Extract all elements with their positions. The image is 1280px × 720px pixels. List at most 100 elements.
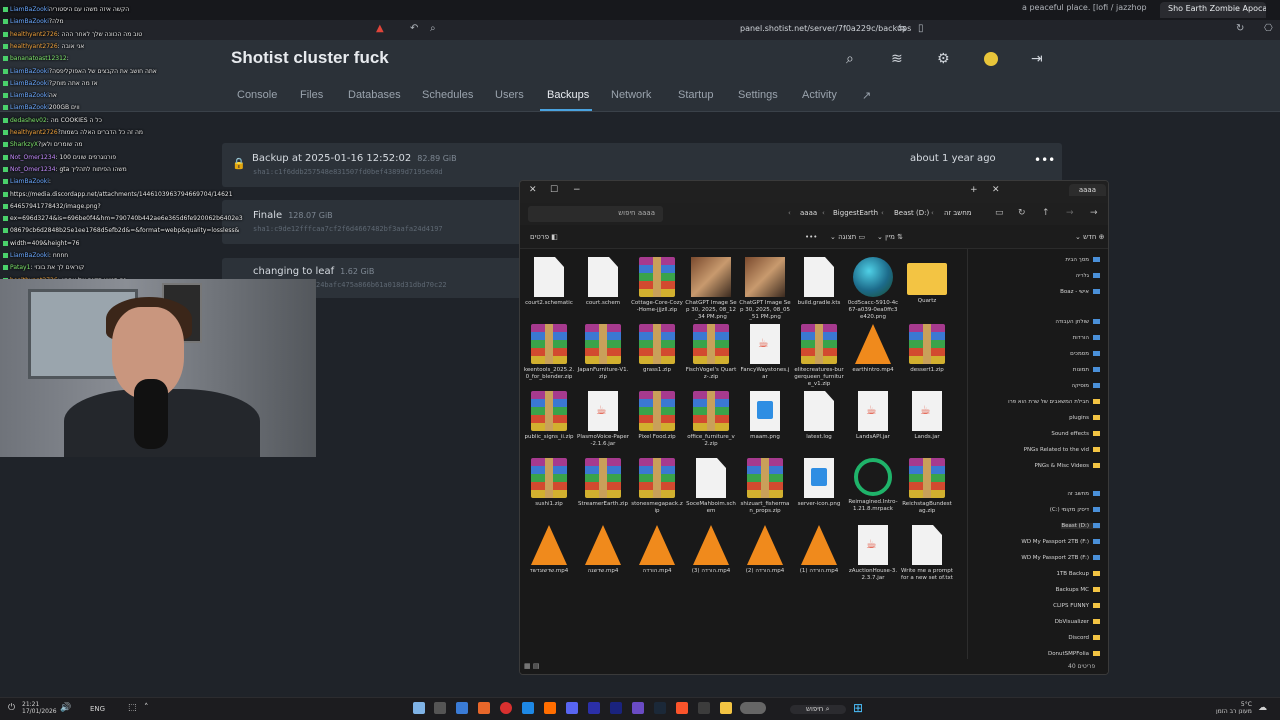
browser-tab-active[interactable]: Sho Earth Zombie Apocalypse | xyxy=(1160,2,1266,18)
file-item[interactable]: ReichstagBundestag.zip xyxy=(901,458,953,515)
reload-icon[interactable]: ↻ xyxy=(1236,23,1244,34)
breadcrumb[interactable]: BiggestEarth xyxy=(833,209,878,217)
nav-pane-item[interactable]: PNGs & Misc Videos xyxy=(1034,463,1100,469)
back-arrow-icon[interactable]: → xyxy=(1090,208,1098,218)
nav-pane-item[interactable]: מחשב זה xyxy=(1067,491,1100,497)
nav-pane-item[interactable]: Beast (D:) xyxy=(1061,523,1100,529)
notification-icon[interactable]: ⏻ xyxy=(8,703,15,713)
layers-icon[interactable]: ≋ xyxy=(891,51,903,67)
file-item[interactable]: server-icon.png xyxy=(793,458,845,508)
file-item[interactable]: LandsAPI.jar xyxy=(847,391,899,441)
tray-icon[interactable]: ⬚ xyxy=(128,703,137,713)
view-toggle-icon[interactable]: ▦ ▤ xyxy=(524,662,539,670)
more-icon[interactable]: ••• xyxy=(1034,153,1055,167)
tab-settings[interactable]: Settings xyxy=(738,89,778,101)
browser-tab[interactable]: a peaceful place. [lofi / jazzhop xyxy=(1022,3,1147,17)
more-icon[interactable]: ••• xyxy=(805,233,817,241)
app-icon[interactable] xyxy=(610,702,622,714)
monitor-icon[interactable]: ▭ xyxy=(995,208,1004,218)
nav-pane-item[interactable]: (C:) דיסק מקומי xyxy=(1050,507,1100,513)
tab-network[interactable]: Network xyxy=(611,89,651,101)
nav-pane-item[interactable]: WD My Passport 2TB (F:) xyxy=(1021,539,1100,545)
file-item[interactable]: elitecreatures-burgerqueen_furniture_v1.… xyxy=(793,324,845,388)
file-item[interactable]: StreamerEarth.zip xyxy=(577,458,629,508)
file-item[interactable]: build.gradle.kts xyxy=(793,257,845,307)
file-item[interactable]: FancyWaystones.jar xyxy=(739,324,791,381)
clock[interactable]: 21:21 17/01/2026 xyxy=(22,701,57,715)
widgets-icon[interactable] xyxy=(740,702,766,714)
nav-pane-item[interactable]: Boaz - אישי xyxy=(1060,289,1100,295)
file-item[interactable]: zAuctionHouse-3.2.3.7.jar xyxy=(847,525,899,582)
file-item[interactable]: הורדה (2).mp4 xyxy=(739,525,791,575)
file-item[interactable]: earthintro.mp4 xyxy=(847,324,899,374)
file-item[interactable]: shizuart_fisherman_props.zip xyxy=(739,458,791,515)
brave-icon[interactable] xyxy=(676,702,688,714)
file-item[interactable]: court.schem xyxy=(577,257,629,307)
language-indicator[interactable]: ENG xyxy=(90,705,105,713)
address-bar[interactable]: panel.shotist.net/server/7f0a229c/backup… xyxy=(740,24,911,33)
app-icon[interactable] xyxy=(698,702,710,714)
volume-icon[interactable]: 🔊 xyxy=(60,703,71,713)
chevron-up-icon[interactable]: ˄ xyxy=(144,703,149,713)
file-item[interactable]: Write me a prompt for a new set of.txt xyxy=(901,525,953,582)
file-item[interactable]: JapanFurniture-V1.zip xyxy=(577,324,629,381)
nav-pane-item[interactable]: Backups MC xyxy=(1056,587,1100,593)
app-icon[interactable] xyxy=(522,702,534,714)
tab-files[interactable]: Files xyxy=(300,89,323,101)
browser-icon[interactable] xyxy=(500,702,512,714)
nav-pane-item[interactable]: מסמכים xyxy=(1070,351,1100,357)
file-item[interactable]: public_signs_ii.zip xyxy=(523,391,575,441)
file-item[interactable]: הורדה.mp4 xyxy=(631,525,683,575)
app-icon[interactable] xyxy=(632,702,644,714)
search-icon[interactable]: ⌕ xyxy=(430,23,436,34)
maximize-icon[interactable]: ☐ xyxy=(550,185,558,195)
nav-pane-item[interactable]: DbVisualizer xyxy=(1055,619,1100,625)
forward-icon[interactable]: → xyxy=(1066,208,1074,218)
nav-pane-item[interactable]: הורדות xyxy=(1073,335,1100,341)
tab-users[interactable]: Users xyxy=(495,89,524,101)
up-arrow-icon[interactable]: ↑ xyxy=(1042,208,1050,218)
tab-activity[interactable]: Activity xyxy=(802,89,837,101)
file-item[interactable]: Quartz xyxy=(901,257,953,305)
tab-schedules[interactable]: Schedules xyxy=(422,89,473,101)
back-icon[interactable]: ↶ xyxy=(410,23,418,34)
file-item[interactable]: Pixel Food.zip xyxy=(631,391,683,441)
app-icon[interactable] xyxy=(588,702,600,714)
refresh-icon[interactable]: ↻ xyxy=(1018,208,1026,218)
file-item[interactable]: stonesmegapack.zip xyxy=(631,458,683,515)
nav-pane-item[interactable]: חבילת המשאבים של שרת הוא פרו xyxy=(1008,399,1100,405)
explorer-tab[interactable]: aaaa xyxy=(1068,184,1106,196)
file-item[interactable]: 0cd5cacc-5910-4c67-a039-0ea0ffc3e420.png xyxy=(847,257,899,321)
weather-widget[interactable]: 5°C מעונן רב הזמן xyxy=(1216,701,1252,715)
nav-pane-item[interactable]: PNGs Related to the vid xyxy=(1024,447,1100,453)
settings-icon[interactable]: ⚙ xyxy=(937,51,950,67)
file-item[interactable]: שדשגה.mp4 xyxy=(577,525,629,575)
file-item[interactable]: Cottage-Core-Cozy-Home-jjjzll.zip xyxy=(631,257,683,314)
bookmark-icon[interactable]: ▯ xyxy=(918,23,924,34)
app-icon[interactable] xyxy=(478,702,490,714)
breadcrumb[interactable]: aaaa xyxy=(800,209,817,217)
file-item[interactable]: Reimagined.Intro-1.21.8.mrpack xyxy=(847,458,899,513)
nav-pane-item[interactable]: DonutSMPFolia xyxy=(1048,651,1100,657)
file-item[interactable]: ChatGPT Image Sep 30, 2025, 08_05_51 PM.… xyxy=(739,257,791,321)
external-link-icon[interactable]: ↗ xyxy=(862,89,871,102)
file-item[interactable]: grass1.zip xyxy=(631,324,683,374)
details-button[interactable]: פרטים ◧ xyxy=(530,233,558,241)
new-button[interactable]: ⌄ חדש ⊕ xyxy=(1075,233,1105,241)
nav-pane-item[interactable]: CLIPS FUNNY xyxy=(1053,603,1100,609)
file-item[interactable]: הורדה (1).mp4 xyxy=(793,525,845,575)
file-item[interactable]: SoceMahboim.schem xyxy=(685,458,737,515)
search-input[interactable]: חיפוש aaaa xyxy=(528,206,663,222)
file-explorer-icon[interactable] xyxy=(720,702,732,714)
app-icon[interactable] xyxy=(544,702,556,714)
file-item[interactable]: FischVogel's Quartz-.zip xyxy=(685,324,737,381)
close-icon[interactable]: ✕ xyxy=(529,185,537,195)
breadcrumb[interactable]: Beast (D:) xyxy=(894,209,929,217)
tab-close-icon[interactable]: ✕ xyxy=(992,185,1000,195)
file-item[interactable]: ChatGPT Image Sep 30, 2025, 08_12_34 PM.… xyxy=(685,257,737,321)
nav-pane-item[interactable]: שולחן העבודה xyxy=(1055,319,1100,325)
shield-icon[interactable]: ▲ xyxy=(376,23,384,34)
tab-startup[interactable]: Startup xyxy=(678,89,713,101)
nav-pane-item[interactable]: מסך הבית xyxy=(1065,257,1100,263)
file-item[interactable]: maam.png xyxy=(739,391,791,441)
